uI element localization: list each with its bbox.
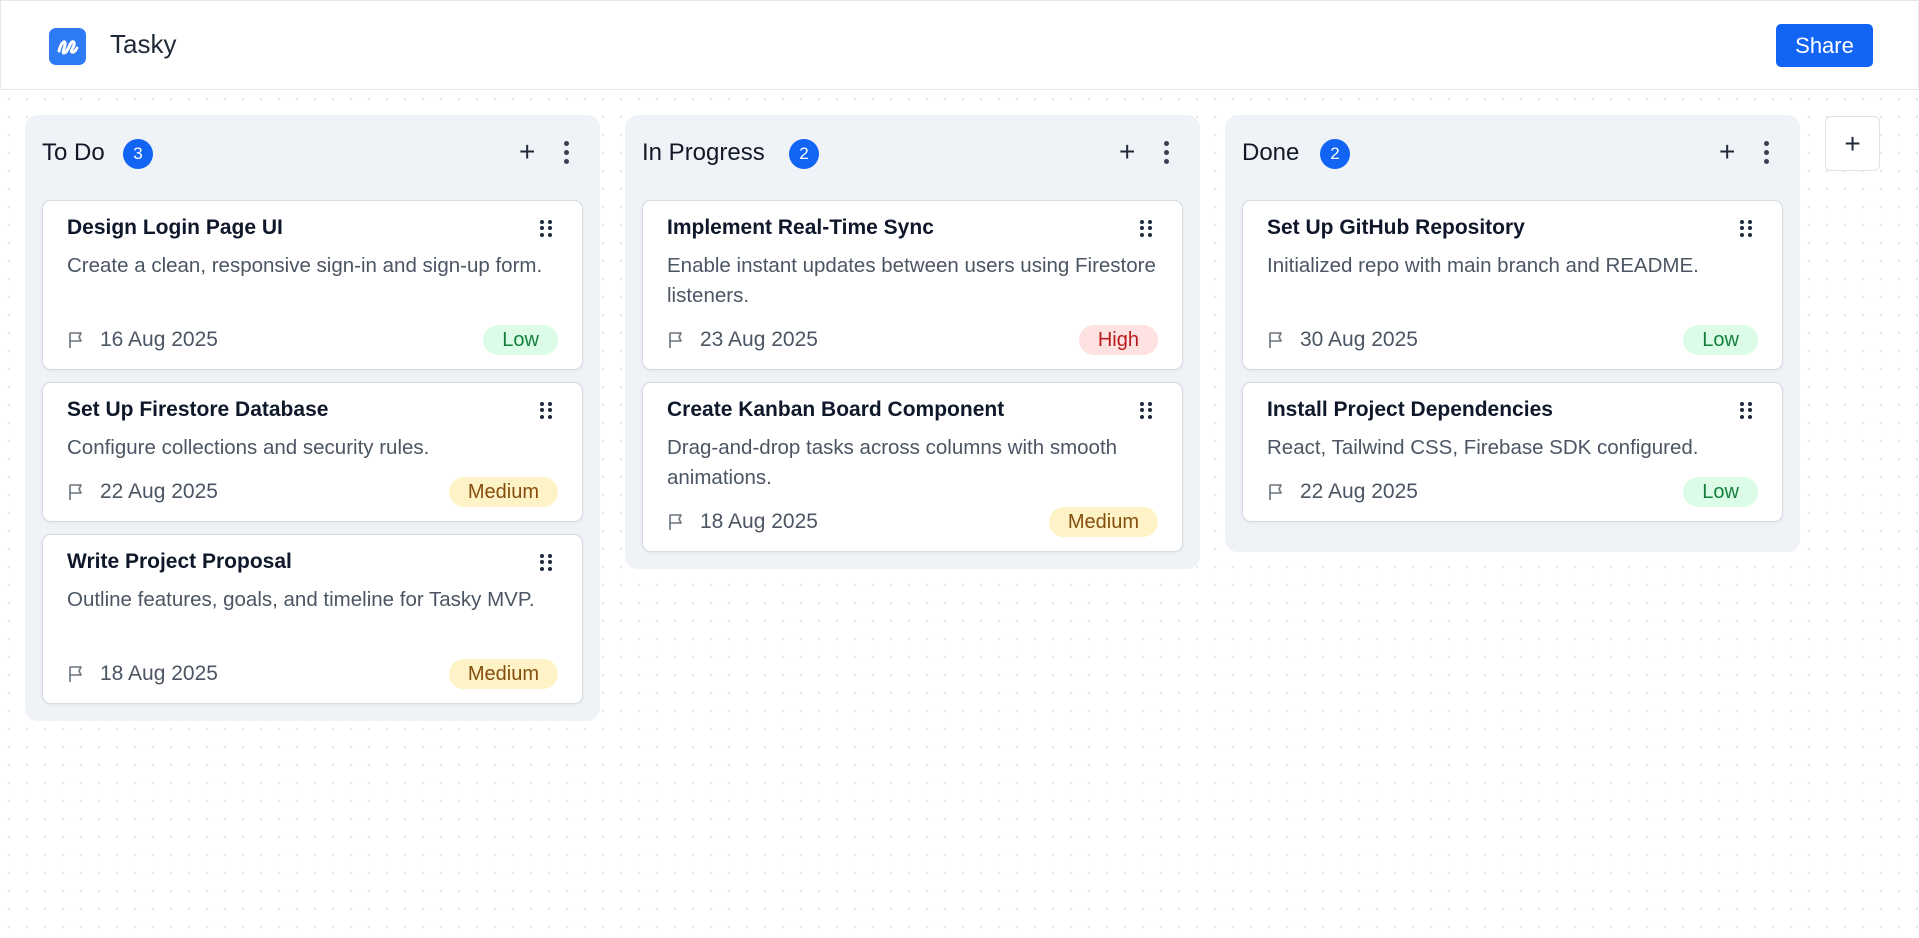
flag-icon <box>669 332 682 348</box>
task-card[interactable]: Design Login Page UI Create a clean, res… <box>42 200 583 370</box>
task-count-badge: 2 <box>789 139 819 169</box>
drag-handle-icon[interactable] <box>1740 220 1752 237</box>
top-bar: Tasky Share <box>0 0 1919 90</box>
task-card[interactable]: Implement Real-Time Sync Enable instant … <box>642 200 1183 370</box>
column-to-do: To Do 3 + Design Login Page UI Create a … <box>25 115 600 721</box>
priority-badge: Medium <box>448 477 558 507</box>
task-footer: 18 Aug 2025 Medium <box>667 507 1158 537</box>
column-header: To Do 3 + <box>25 115 600 200</box>
task-footer: 16 Aug 2025 Low <box>67 325 558 355</box>
column-in-progress: In Progress 2 + Implement Real-Time Sync… <box>625 115 1200 569</box>
task-footer: 30 Aug 2025 Low <box>1267 325 1758 355</box>
task-footer: 18 Aug 2025 Medium <box>67 659 558 689</box>
due-date: 22 Aug 2025 <box>1300 480 1418 503</box>
due-date: 18 Aug 2025 <box>100 662 218 685</box>
task-footer: 22 Aug 2025 Low <box>1267 477 1758 507</box>
task-title: Set Up GitHub Repository <box>1267 216 1525 239</box>
due-date: 23 Aug 2025 <box>700 328 818 351</box>
task-title: Create Kanban Board Component <box>667 398 1005 421</box>
due-date: 22 Aug 2025 <box>100 480 218 503</box>
flag-icon <box>69 332 82 348</box>
flag-icon <box>669 514 682 530</box>
drag-handle-icon[interactable] <box>1140 220 1152 237</box>
more-vertical-icon[interactable] <box>562 141 570 167</box>
task-description: Configure collections and security rules… <box>67 436 430 459</box>
priority-badge: Medium <box>1048 507 1158 537</box>
due-date: 18 Aug 2025 <box>700 510 818 533</box>
share-button[interactable]: Share <box>1776 24 1873 67</box>
task-footer: 23 Aug 2025 High <box>667 325 1158 355</box>
task-title: Implement Real-Time Sync <box>667 216 934 239</box>
column-done: Done 2 + Set Up GitHub Repository Initia… <box>1225 115 1800 552</box>
task-card[interactable]: Set Up Firestore Database Configure coll… <box>42 382 583 522</box>
task-count-badge: 2 <box>1320 139 1350 169</box>
priority-badge: High <box>1078 325 1158 355</box>
drag-handle-icon[interactable] <box>1140 402 1152 419</box>
task-description: Enable instant updates between users usi… <box>667 254 1156 307</box>
app-logo-icon[interactable] <box>49 28 86 65</box>
add-task-button[interactable]: + <box>1719 138 1735 166</box>
column-header: In Progress 2 + <box>625 115 1200 200</box>
task-description: React, Tailwind CSS, Firebase SDK config… <box>1267 436 1699 459</box>
task-card[interactable]: Install Project Dependencies React, Tail… <box>1242 382 1783 522</box>
task-title: Design Login Page UI <box>67 216 283 239</box>
drag-handle-icon[interactable] <box>540 554 552 571</box>
drag-handle-icon[interactable] <box>540 402 552 419</box>
due-date: 30 Aug 2025 <box>1300 328 1418 351</box>
column-title: To Do <box>42 139 105 166</box>
drag-handle-icon[interactable] <box>540 220 552 237</box>
add-task-button[interactable]: + <box>1119 138 1135 166</box>
task-footer: 22 Aug 2025 Medium <box>67 477 558 507</box>
priority-badge: Low <box>1683 325 1758 355</box>
task-card[interactable]: Set Up GitHub Repository Initialized rep… <box>1242 200 1783 370</box>
add-column-button[interactable]: + <box>1825 116 1880 171</box>
task-title: Install Project Dependencies <box>1267 398 1553 421</box>
column-title: Done <box>1242 139 1300 166</box>
app-title: Tasky <box>110 29 177 59</box>
task-card[interactable]: Create Kanban Board Component Drag-and-d… <box>642 382 1183 552</box>
priority-badge: Low <box>483 325 558 355</box>
drag-handle-icon[interactable] <box>1740 402 1752 419</box>
task-description: Outline features, goals, and timeline fo… <box>67 588 535 611</box>
priority-badge: Medium <box>448 659 558 689</box>
more-vertical-icon[interactable] <box>1162 141 1170 167</box>
task-description: Drag-and-drop tasks across columns with … <box>667 436 1118 489</box>
add-task-button[interactable]: + <box>519 138 535 166</box>
task-description: Create a clean, responsive sign-in and s… <box>67 254 543 277</box>
task-description: Initialized repo with main branch and RE… <box>1267 254 1699 277</box>
due-date: 16 Aug 2025 <box>100 328 218 351</box>
flag-icon <box>69 666 82 682</box>
column-title: In Progress <box>642 139 765 166</box>
priority-badge: Low <box>1683 477 1758 507</box>
flag-icon <box>69 484 82 500</box>
column-header: Done 2 + <box>1225 115 1800 200</box>
task-card[interactable]: Write Project Proposal Outline features,… <box>42 534 583 704</box>
task-title: Set Up Firestore Database <box>67 398 329 421</box>
flag-icon <box>1269 332 1282 348</box>
flag-icon <box>1269 484 1282 500</box>
more-vertical-icon[interactable] <box>1762 141 1770 167</box>
task-count-badge: 3 <box>123 139 153 169</box>
task-title: Write Project Proposal <box>67 550 292 573</box>
